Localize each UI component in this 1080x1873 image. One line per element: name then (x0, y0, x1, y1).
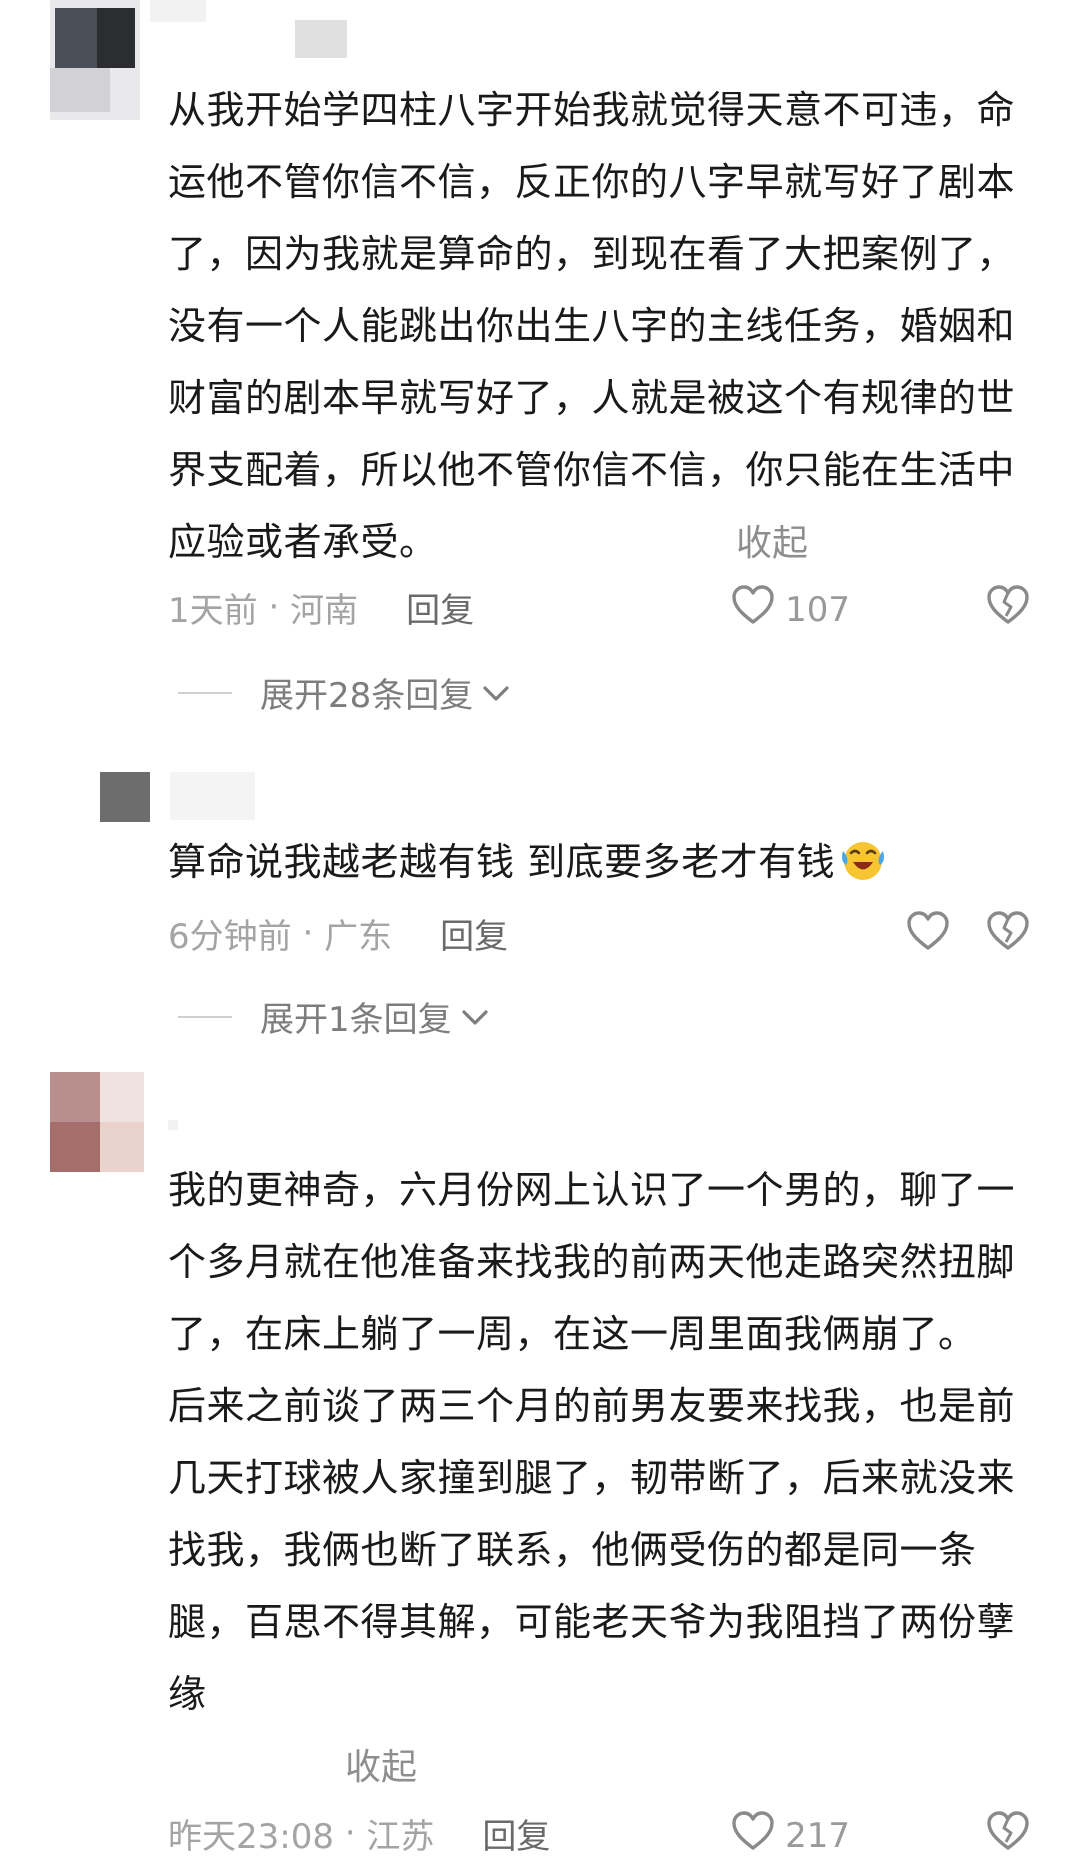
avatar[interactable] (50, 1072, 144, 1172)
timestamp: 昨天23:08 (168, 1816, 334, 1857)
comment-text: 从我开始学四柱八字开始我就觉得天意不可违，命运他不管你信不信，反正你的八字早就写… (168, 74, 1038, 578)
meta-separator: · (291, 913, 325, 953)
broken-heart-icon (986, 911, 1030, 955)
avatar[interactable] (100, 772, 150, 822)
expand-replies-button[interactable]: 展开28条回复 (178, 668, 511, 717)
like-count: 217 (785, 1815, 850, 1856)
timestamp: 1天前 (168, 590, 258, 631)
comment-paragraph: 从我开始学四柱八字开始我就觉得天意不可违，命运他不管你信不信，反正你的八字早就写… (168, 88, 1016, 564)
username-redacted (168, 1120, 178, 1130)
comment-meta: 昨天23:08 · 江苏 回复 (168, 1808, 550, 1858)
like-button[interactable]: 107 (731, 585, 850, 634)
laughing-crying-emoji (839, 834, 887, 882)
expand-replies-button[interactable]: 展开1条回复 (178, 992, 490, 1041)
divider-line (178, 1015, 232, 1018)
location: 河南 (290, 590, 359, 631)
heart-outline-icon (731, 1811, 775, 1860)
heart-outline-icon (731, 585, 775, 634)
expand-replies-label: 展开1条回复 (260, 1000, 452, 1040)
comment-text: 算命说我越老越有钱 到底要多老才有钱 (168, 826, 1038, 898)
comment-text: 我的更神奇，六月份网上认识了一个男的，聊了一个多月就在他准备来找我的前两天他走路… (168, 1154, 1038, 1730)
reply-button[interactable]: 回复 (406, 583, 474, 632)
reply-button[interactable]: 回复 (482, 1809, 550, 1858)
broken-heart-icon (986, 1811, 1030, 1855)
collapse-link[interactable]: 收起 (345, 1738, 417, 1790)
comment-paragraph: 我的更神奇，六月份网上认识了一个男的，聊了一个多月就在他准备来找我的前两天他走路… (168, 1168, 1016, 1356)
location: 江苏 (366, 1816, 435, 1857)
chevron-down-icon (481, 673, 511, 713)
like-button[interactable] (906, 911, 950, 960)
collapse-link[interactable]: 收起 (736, 514, 808, 566)
meta-separator: · (333, 1813, 367, 1853)
comment-meta: 1天前 · 河南 回复 (168, 582, 474, 632)
comment-meta: 6分钟前 · 广东 回复 (168, 908, 508, 958)
dislike-button[interactable] (986, 911, 1030, 955)
username-redacted (150, 0, 206, 22)
comment-paragraph: 算命说我越老越有钱 到底要多老才有钱 (168, 826, 1038, 898)
meta-separator: · (257, 587, 291, 627)
expand-replies-label: 展开28条回复 (260, 676, 474, 716)
like-count: 107 (785, 589, 850, 630)
divider-line (178, 691, 232, 694)
location: 广东 (324, 916, 393, 957)
broken-heart-icon (986, 585, 1030, 629)
avatar[interactable] (50, 0, 140, 120)
username-redacted (170, 772, 255, 820)
dislike-button[interactable] (986, 1811, 1030, 1855)
comment-paragraph-text: 算命说我越老越有钱 到底要多老才有钱 (168, 840, 836, 884)
username-redacted (295, 20, 347, 58)
timestamp: 6分钟前 (168, 916, 292, 957)
chevron-down-icon (460, 997, 490, 1037)
comment-paragraph: 后来之前谈了两三个月的前男友要来找我，也是前几天打球被人家撞到腿了，韧带断了，后… (168, 1384, 1016, 1716)
heart-outline-icon (906, 911, 950, 960)
dislike-button[interactable] (986, 585, 1030, 629)
reply-button[interactable]: 回复 (440, 909, 508, 958)
like-button[interactable]: 217 (731, 1811, 850, 1860)
